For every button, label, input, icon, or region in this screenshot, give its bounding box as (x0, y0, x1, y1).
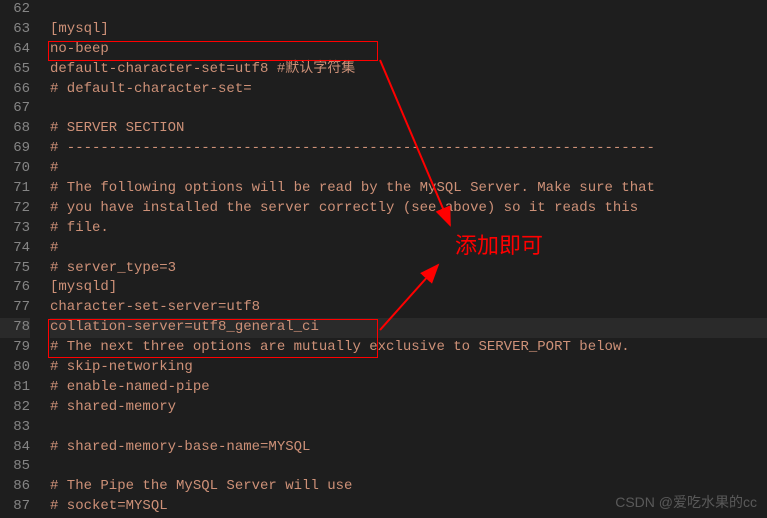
line-number: 75 (0, 259, 30, 279)
line-number: 79 (0, 338, 30, 358)
code-line[interactable]: # The next three options are mutually ex… (50, 338, 767, 358)
line-number: 86 (0, 477, 30, 497)
code-line[interactable]: # --------------------------------------… (50, 139, 767, 159)
code-line[interactable]: # enable-named-pipe (50, 378, 767, 398)
code-line[interactable] (50, 457, 767, 477)
line-number: 81 (0, 378, 30, 398)
line-number: 78 (0, 318, 30, 338)
line-number: 66 (0, 80, 30, 100)
code-line[interactable]: [mysqld] (50, 278, 767, 298)
code-line[interactable]: # (50, 239, 767, 259)
code-line[interactable]: character-set-server=utf8 (50, 298, 767, 318)
line-number: 71 (0, 179, 30, 199)
code-editor: 6263646566676869707172737475767778798081… (0, 0, 767, 518)
code-line[interactable]: # server_type=3 (50, 259, 767, 279)
code-line[interactable] (50, 99, 767, 119)
code-line[interactable]: # you have installed the server correctl… (50, 199, 767, 219)
line-number: 64 (0, 40, 30, 60)
line-number: 76 (0, 278, 30, 298)
code-line[interactable]: # skip-networking (50, 358, 767, 378)
code-line[interactable]: # file. (50, 219, 767, 239)
line-number: 84 (0, 438, 30, 458)
line-number: 74 (0, 239, 30, 259)
line-number: 72 (0, 199, 30, 219)
code-line[interactable]: # default-character-set= (50, 80, 767, 100)
code-line[interactable]: no-beep (50, 40, 767, 60)
watermark: CSDN @爱吃水果的cc (615, 492, 757, 512)
line-number: 83 (0, 418, 30, 438)
line-number: 87 (0, 497, 30, 517)
code-line[interactable]: # shared-memory (50, 398, 767, 418)
annotation-label: 添加即可 (455, 228, 543, 260)
line-number: 67 (0, 99, 30, 119)
code-line[interactable]: default-character-set=utf8 #默认字符集 (50, 60, 767, 80)
line-number: 77 (0, 298, 30, 318)
line-number: 69 (0, 139, 30, 159)
code-line[interactable]: # (50, 159, 767, 179)
code-line[interactable]: # The following options will be read by … (50, 179, 767, 199)
line-number: 68 (0, 119, 30, 139)
code-line[interactable] (50, 418, 767, 438)
code-line[interactable]: # SERVER SECTION (50, 119, 767, 139)
line-number: 65 (0, 60, 30, 80)
code-content[interactable]: [mysql]no-beepdefault-character-set=utf8… (40, 0, 767, 518)
line-number: 62 (0, 0, 30, 20)
line-number: 80 (0, 358, 30, 378)
code-line[interactable]: [mysql] (50, 20, 767, 40)
code-line[interactable]: collation-server=utf8_general_ci (50, 318, 767, 338)
code-line[interactable] (50, 0, 767, 20)
code-line[interactable]: # shared-memory-base-name=MYSQL (50, 438, 767, 458)
line-number: 73 (0, 219, 30, 239)
line-number: 85 (0, 457, 30, 477)
line-number-gutter: 6263646566676869707172737475767778798081… (0, 0, 40, 518)
line-number: 82 (0, 398, 30, 418)
line-number: 70 (0, 159, 30, 179)
line-number: 63 (0, 20, 30, 40)
